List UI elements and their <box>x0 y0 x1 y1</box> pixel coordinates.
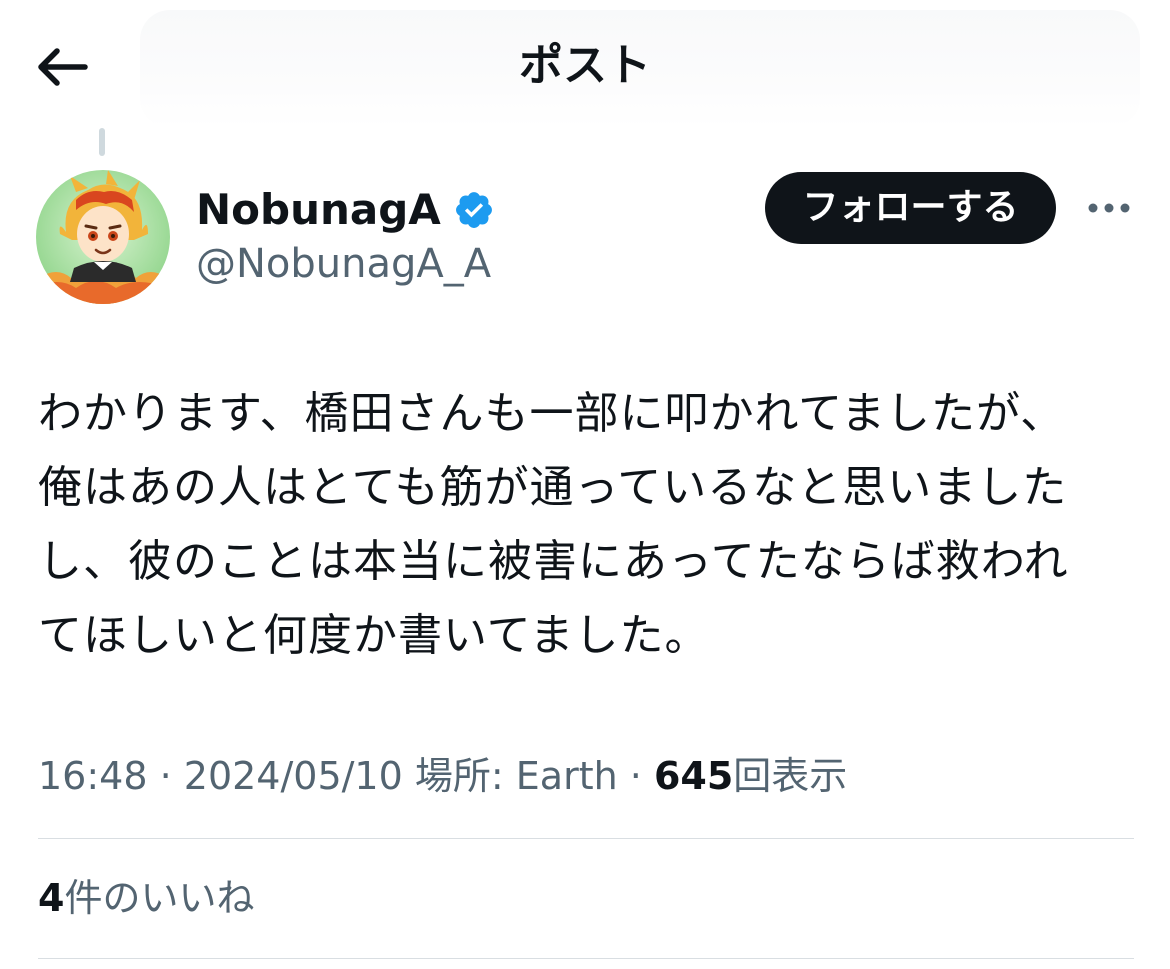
likes-summary[interactable]: 4件のいいね <box>38 872 254 924</box>
divider <box>38 838 1134 839</box>
post-time[interactable]: 16:48 <box>38 754 148 798</box>
avatar[interactable] <box>36 170 170 304</box>
views-count: 645 <box>653 754 734 798</box>
display-name[interactable]: NobunagA <box>196 182 441 238</box>
post-date[interactable]: 2024/05/10 <box>184 754 403 798</box>
verified-badge-icon <box>455 192 492 228</box>
more-horizontal-icon <box>1088 203 1130 213</box>
post-text: わかります、橋田さんも一部に叩かれてましたが、 俺はあの人はとても筋が通っている… <box>38 388 1069 661</box>
follow-button[interactable]: フォローする <box>765 172 1056 244</box>
display-name-row[interactable]: NobunagA <box>196 182 495 238</box>
top-bar: ポスト <box>0 0 1170 135</box>
post-detail-page: ポスト NobunagA @NobunagA_A フォローする わかります、橋田… <box>0 0 1170 969</box>
meta-separator: · <box>147 754 184 798</box>
divider <box>38 958 1134 959</box>
handle[interactable]: @NobunagA_A <box>196 238 491 290</box>
post-meta: 16:48 · 2024/05/10 場所: Earth · 645回表示 <box>38 750 847 802</box>
post-location: 場所: Earth <box>414 754 618 798</box>
views-label: 回表示 <box>733 754 848 798</box>
avatar-image <box>36 170 170 304</box>
meta-separator: · <box>617 754 654 798</box>
likes-label[interactable]: 件のいいね <box>64 876 254 920</box>
thread-connector-line <box>99 128 105 156</box>
more-button[interactable] <box>1082 190 1136 226</box>
page-title: ポスト <box>519 40 651 91</box>
likes-count[interactable]: 4 <box>38 876 64 920</box>
